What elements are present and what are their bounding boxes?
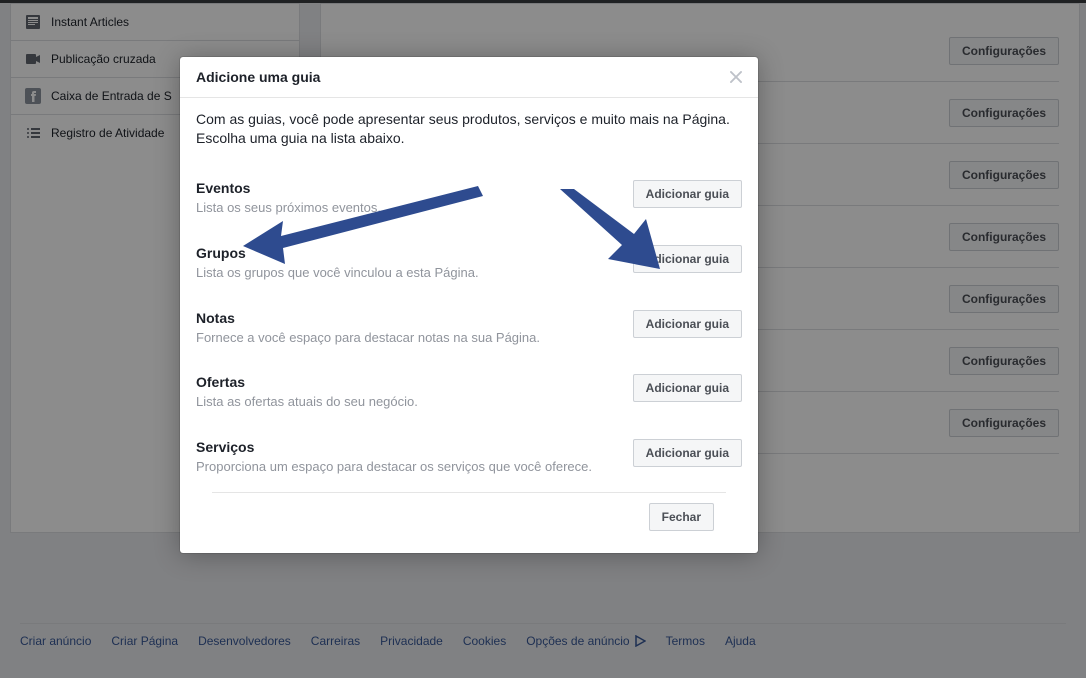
tab-option-desc: Proporciona um espaço para destacar os s…: [196, 459, 613, 476]
tab-option-title: Notas: [196, 310, 613, 326]
modal-body: Com as guias, você pode apresentar seus …: [180, 98, 758, 553]
close-icon[interactable]: [730, 71, 742, 83]
add-tab-option-button[interactable]: Adicionar guia: [633, 439, 742, 467]
tab-option-desc: Lista as ofertas atuais do seu negócio.: [196, 394, 613, 411]
tab-option-desc: Fornece a você espaço para destacar nota…: [196, 330, 613, 347]
add-tab-modal: Adicione uma guia Com as guias, você pod…: [180, 57, 758, 553]
modal-footer: Fechar: [212, 492, 726, 541]
add-tab-option-button[interactable]: Adicionar guia: [633, 310, 742, 338]
annotation-arrow-right: [560, 189, 660, 269]
modal-title: Adicione uma guia: [196, 69, 320, 85]
add-tab-option-button[interactable]: Adicionar guia: [633, 374, 742, 402]
annotation-arrow-left: [243, 186, 483, 266]
close-button[interactable]: Fechar: [649, 503, 714, 531]
modal-intro: Com as guias, você pode apresentar seus …: [196, 110, 742, 148]
tab-option-title: Ofertas: [196, 374, 613, 390]
tab-option: Notas Fornece a você espaço para destacar…: [196, 298, 742, 363]
tab-option-title: Serviços: [196, 439, 613, 455]
tab-option: Ofertas Lista as ofertas atuais do seu ne…: [196, 362, 742, 427]
tab-option-desc: Lista os grupos que você vinculou a esta…: [196, 265, 613, 282]
modal-header: Adicione uma guia: [180, 57, 758, 98]
tab-option: Serviços Proporciona um espaço para desta…: [196, 427, 742, 492]
